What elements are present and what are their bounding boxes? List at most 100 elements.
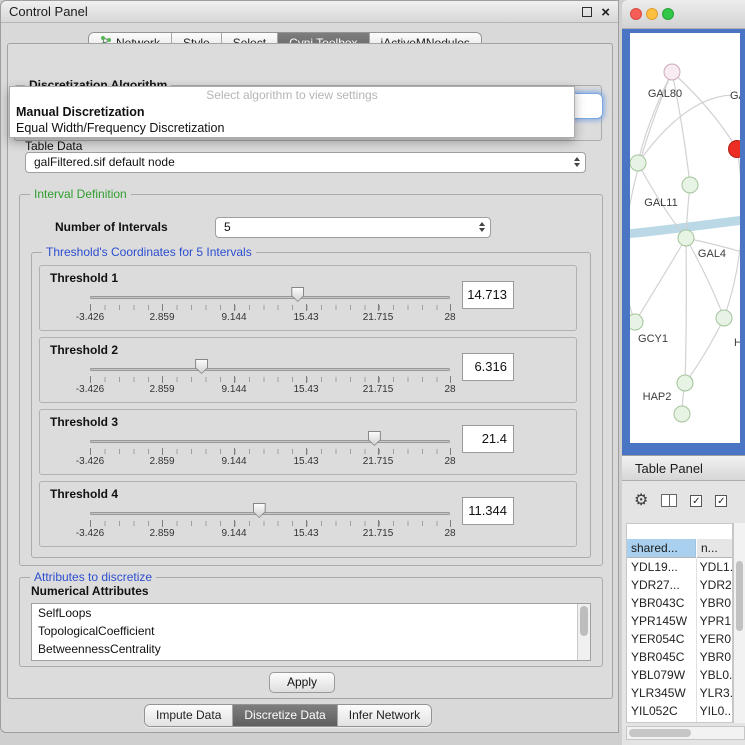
slider-thumb[interactable]	[368, 431, 381, 446]
table-row[interactable]: YBR043CYBR0...	[627, 594, 732, 612]
table-cell[interactable]: YPR1...	[696, 612, 732, 630]
vertical-scrollbar[interactable]	[733, 523, 745, 723]
apply-button[interactable]: Apply	[269, 672, 335, 693]
table-cell[interactable]: YIL0...	[696, 702, 732, 720]
table-row[interactable]: YPR145WYPR1...	[627, 612, 732, 630]
table-cell[interactable]: YBR0...	[696, 594, 732, 612]
threshold-value-field[interactable]: 11.344	[462, 497, 514, 525]
tick-label: -3.426	[76, 456, 104, 467]
table-row[interactable]: YBR045CYBR0...	[627, 648, 732, 666]
list-item[interactable]: BetweennessCentrality	[32, 640, 590, 658]
node-label: GAL11	[644, 197, 677, 209]
slider-minor-ticks	[90, 521, 451, 526]
horizontal-scrollbar[interactable]	[626, 726, 745, 740]
table-row[interactable]: YDR27...YDR2...	[627, 576, 732, 594]
table-row[interactable]: YDL19...YDL1...	[627, 558, 732, 576]
network-graph[interactable]: GAL80GAL11GAL4GCY1HAP2GA...H...	[630, 33, 740, 443]
tab-infer-network[interactable]: Infer Network	[338, 705, 431, 726]
table-row[interactable]: YLR345WYLR3...	[627, 684, 732, 702]
tab-discretize-data[interactable]: Discretize Data	[233, 705, 337, 726]
close-icon[interactable]: ×	[601, 2, 610, 24]
popup-option-equal-width-frequency[interactable]: Equal Width/Frequency Discretization	[10, 120, 574, 136]
table-cell[interactable]: YER0...	[696, 630, 732, 648]
zoom-traffic-light-icon[interactable]	[662, 8, 674, 20]
network-window: GAL80GAL11GAL4GCY1HAP2GA...H...	[622, 0, 745, 455]
table-cell[interactable]: YBL0...	[696, 666, 732, 684]
table-cell[interactable]: YBR0...	[696, 648, 732, 666]
network-node[interactable]	[682, 177, 698, 193]
table-cell[interactable]: YBR043C	[627, 594, 696, 612]
network-node[interactable]	[716, 310, 732, 326]
restore-icon[interactable]	[582, 7, 592, 17]
tick-label: 15.43	[293, 312, 318, 323]
columns-icon[interactable]	[661, 494, 677, 507]
node-table: shared... n... YDL19...YDL1...YDR27...YD…	[626, 523, 733, 723]
slider-track[interactable]	[90, 440, 450, 443]
tab-impute-data[interactable]: Impute Data	[145, 705, 233, 726]
table-cell[interactable]: YBR045C	[627, 648, 696, 666]
slider-track[interactable]	[90, 512, 450, 515]
table-cell[interactable]: YER054C	[627, 630, 696, 648]
checkbox-icon[interactable]: ✓	[690, 495, 702, 507]
list-item[interactable]: SelfLoops	[32, 604, 590, 622]
table-cell[interactable]: YPR145W	[627, 612, 696, 630]
minimize-traffic-light-icon[interactable]	[646, 8, 658, 20]
threshold-value-field[interactable]: 14.713	[462, 281, 514, 309]
intervals-value: 5	[224, 218, 231, 237]
combo-stepper-icon	[574, 157, 580, 167]
table-cell[interactable]: YDL1...	[696, 558, 732, 576]
table-cell[interactable]: YLR345W	[627, 684, 696, 702]
table-cell[interactable]: YDR27...	[627, 576, 696, 594]
network-node[interactable]	[664, 64, 680, 80]
tick-label: 15.43	[293, 384, 318, 395]
table-data-combobox[interactable]: galFiltered.sif default node	[25, 152, 586, 173]
table-cell[interactable]: YDR2...	[696, 576, 732, 594]
node-label: GAL4	[698, 248, 726, 260]
attributes-listbox: SelfLoopsTopologicalCoefficientBetweenne…	[31, 603, 591, 661]
table-row[interactable]: YIL052CYIL0...	[627, 702, 732, 720]
node-label: GCY1	[638, 333, 668, 345]
list-item[interactable]: TopologicalCoefficient	[32, 622, 590, 640]
scrollbar-thumb[interactable]	[629, 729, 691, 737]
popup-option-manual-discretization[interactable]: Manual Discretization	[10, 104, 574, 120]
network-node[interactable]	[630, 314, 643, 330]
gear-icon[interactable]: ⚙	[634, 493, 648, 509]
scrollbar-thumb[interactable]	[736, 561, 743, 631]
intervals-combobox[interactable]: 5	[215, 217, 491, 238]
checkbox-icon[interactable]: ✓	[715, 495, 727, 507]
threshold-label: Threshold 2	[50, 343, 118, 357]
network-node[interactable]	[674, 406, 690, 422]
network-node[interactable]	[630, 155, 646, 171]
threshold-label: Threshold 4	[50, 487, 118, 501]
column-header-name[interactable]: n...	[697, 539, 733, 558]
slider-thumb[interactable]	[195, 359, 208, 374]
threshold-value-field[interactable]: 21.4	[462, 425, 514, 453]
table-panel-toolbar: ⚙ ✓ ✓	[622, 481, 745, 511]
close-traffic-light-icon[interactable]	[630, 8, 642, 20]
network-node[interactable]	[678, 230, 694, 246]
table-row[interactable]: YBL079WYBL0...	[627, 666, 732, 684]
tick-label: 15.43	[293, 456, 318, 467]
network-canvas[interactable]: GAL80GAL11GAL4GCY1HAP2GA...H...	[630, 33, 740, 443]
interval-definition-title: Interval Definition	[30, 187, 131, 201]
scrollbar-thumb[interactable]	[580, 606, 588, 636]
slider-track[interactable]	[90, 368, 450, 371]
table-cell[interactable]: YBL079W	[627, 666, 696, 684]
table-cell[interactable]: YLR3...	[696, 684, 732, 702]
threshold-label: Threshold 3	[50, 415, 118, 429]
slider-thumb[interactable]	[291, 287, 304, 302]
table-data-label: Table Data	[25, 139, 82, 153]
threshold-value-field[interactable]: 6.316	[462, 353, 514, 381]
table-row[interactable]: YER054CYER0...	[627, 630, 732, 648]
slider-thumb[interactable]	[253, 503, 266, 518]
list-scrollbar[interactable]	[577, 604, 590, 660]
slider-track[interactable]	[90, 296, 450, 299]
network-node[interactable]	[677, 375, 693, 391]
threshold-panel-1: Threshold 1-3.4262.8599.14415.4321.71528…	[39, 265, 577, 331]
table-cell[interactable]: YDL19...	[627, 558, 696, 576]
table-cell[interactable]: YIL052C	[627, 702, 696, 720]
network-node[interactable]	[729, 141, 741, 158]
attributes-section-title: Attributes to discretize	[30, 570, 156, 584]
algorithm-dropdown-popup: Select algorithm to view settings Manual…	[9, 86, 575, 138]
column-header-shared-name[interactable]: shared...	[627, 539, 696, 558]
